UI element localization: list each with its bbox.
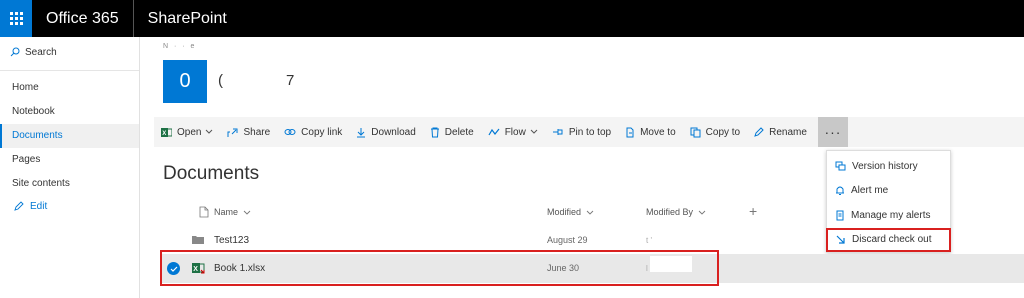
open-label: Open — [177, 126, 202, 138]
copy-link-button[interactable]: Copy link — [277, 117, 349, 147]
chevron-down-icon — [530, 129, 538, 134]
column-header-name-label: Name — [214, 207, 239, 217]
flow-label: Flow — [504, 126, 526, 138]
menu-item-manage-alerts[interactable]: Manage my alerts — [827, 203, 950, 228]
sharepoint-title[interactable]: SharePoint — [134, 0, 241, 37]
download-label: Download — [371, 126, 416, 138]
copy-icon — [690, 127, 701, 137]
nav-edit-link[interactable]: Edit — [0, 196, 139, 216]
search-icon — [10, 47, 20, 57]
sidebar-item-pages[interactable]: Pages — [0, 148, 139, 172]
menu-item-alert-me[interactable]: Alert me — [827, 179, 950, 204]
site-logo[interactable]: 0 — [163, 60, 207, 103]
link-icon — [284, 129, 296, 135]
pin-icon — [552, 129, 563, 135]
sidebar-item-site-contents[interactable]: Site contents — [0, 172, 139, 196]
sidebar-item-notebook[interactable]: Notebook — [0, 100, 139, 124]
column-header-modified-label: Modified — [547, 207, 582, 217]
chevron-down-icon — [698, 210, 706, 215]
site-breadcrumb[interactable]: N · · e — [163, 43, 196, 50]
flow-icon — [488, 128, 500, 136]
svg-text:X: X — [162, 131, 166, 137]
nav-search-label: Search — [25, 46, 57, 58]
suite-bar: Office 365 SharePoint — [0, 0, 1024, 37]
command-bar: X Open Share Copy link Download Delete F… — [154, 117, 1024, 147]
chevron-down-icon — [206, 129, 213, 134]
copy-link-label: Copy link — [301, 126, 343, 138]
document-icon — [199, 206, 209, 218]
share-button[interactable]: Share — [220, 117, 277, 147]
column-header-file-type[interactable] — [194, 203, 209, 221]
site-title-end: 7 — [286, 72, 295, 89]
pin-to-top-button[interactable]: Pin to top — [545, 117, 618, 147]
nav-search[interactable]: Search — [0, 38, 139, 66]
copy-to-label: Copy to — [705, 126, 741, 138]
manage-alerts-icon — [836, 210, 844, 221]
folder-icon — [192, 236, 204, 244]
share-icon — [227, 128, 238, 137]
more-button[interactable]: ··· — [817, 117, 848, 147]
open-button[interactable]: X Open — [154, 117, 220, 147]
nav-edit-label: Edit — [30, 200, 48, 212]
delete-label: Delete — [444, 126, 474, 138]
pencil-icon — [754, 127, 764, 137]
trash-icon — [430, 127, 439, 137]
download-icon — [357, 127, 366, 137]
office365-title[interactable]: Office 365 — [32, 0, 134, 37]
excel-icon: X — [161, 127, 172, 137]
column-header-modified-by[interactable]: Modified By — [646, 203, 706, 221]
menu-item-label: Manage my alerts — [851, 209, 931, 221]
pin-to-top-label: Pin to top — [568, 126, 612, 138]
rename-label: Rename — [769, 126, 807, 138]
selection-highlight-box — [160, 250, 719, 286]
add-column-button[interactable]: + — [749, 203, 757, 219]
menu-item-label: Alert me — [851, 185, 889, 197]
chevron-down-icon — [586, 210, 594, 215]
page-title: Documents — [163, 163, 260, 184]
menu-item-label: Version history — [852, 160, 918, 172]
pencil-icon — [14, 201, 24, 211]
version-history-icon — [835, 161, 846, 171]
menu-item-version-history[interactable]: Version history — [827, 154, 950, 179]
download-button[interactable]: Download — [349, 117, 422, 147]
bell-icon — [836, 186, 844, 196]
column-header-name[interactable]: Name — [214, 203, 251, 221]
chevron-down-icon — [243, 210, 251, 215]
share-label: Share — [243, 126, 271, 138]
sidebar-item-home[interactable]: Home — [0, 76, 139, 100]
site-title-start: ( — [218, 72, 223, 89]
delete-button[interactable]: Delete — [423, 117, 481, 147]
move-to-label: Move to — [640, 126, 676, 138]
move-icon — [626, 127, 634, 137]
flow-button[interactable]: Flow — [481, 117, 545, 147]
app-launcher-button[interactable] — [0, 0, 32, 37]
waffle-icon — [9, 12, 23, 25]
column-header-modified[interactable]: Modified — [547, 203, 594, 221]
copy-to-button[interactable]: Copy to — [683, 117, 747, 147]
left-navigation: Search Home Notebook Documents Pages Sit… — [0, 37, 140, 298]
column-header-modified-by-label: Modified By — [646, 207, 694, 217]
rename-button[interactable]: Rename — [747, 117, 814, 147]
move-to-button[interactable]: Move to — [618, 117, 683, 147]
sidebar-item-documents[interactable]: Documents — [0, 124, 139, 148]
